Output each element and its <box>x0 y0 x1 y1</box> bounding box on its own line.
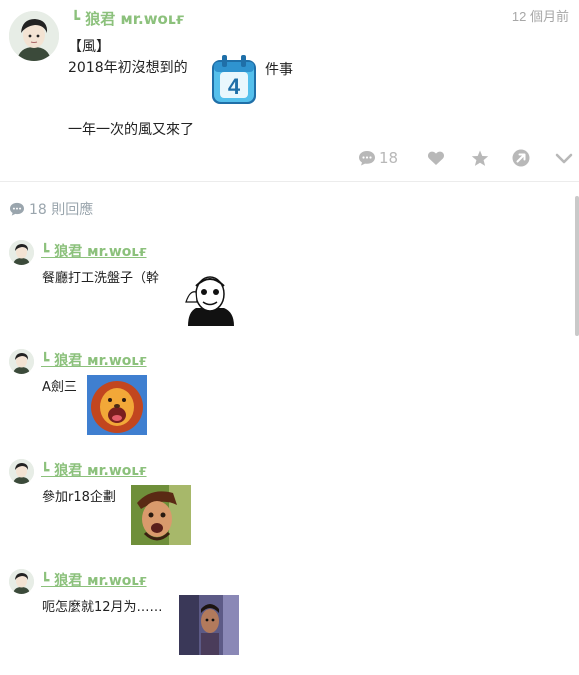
rage-face-sticker <box>180 272 240 326</box>
post-line-2-after: 件事 <box>265 62 293 78</box>
star-icon <box>471 150 489 166</box>
chevron-down-icon <box>555 153 573 164</box>
post-line-2: 2018年初沒想到的 <box>68 60 188 76</box>
comment-icon <box>10 202 24 216</box>
lion-sticker <box>87 375 147 435</box>
reply-text: A劍三 <box>42 380 77 395</box>
scrollbar[interactable] <box>575 196 579 336</box>
reply-item: ┗ 狼君 ᴍr.woʟғ A劍三 <box>0 349 560 449</box>
reply-item: ┗ 狼君 ᴍr.woʟғ 呃怎麼就12月为…… <box>0 569 560 669</box>
replies-count-label: 18 則回應 <box>29 202 94 218</box>
calendar-emoji-icon: 4 <box>210 54 258 106</box>
reply-avatar[interactable] <box>9 240 34 265</box>
reply-text: 呃怎麼就12月为…… <box>42 600 163 615</box>
calendar-number: 4 <box>228 74 241 99</box>
post-timestamp: 12 個月前 <box>511 9 569 24</box>
share-button[interactable] <box>512 147 530 169</box>
comment-icon <box>359 151 375 166</box>
post-line-3: 一年一次的風又來了 <box>68 122 194 138</box>
share-icon <box>512 149 530 167</box>
more-button[interactable] <box>555 147 573 169</box>
post-author-name[interactable]: ┗ 狼君 ᴍr.woʟғ <box>71 8 184 29</box>
reply-author-name[interactable]: ┗ 狼君 ᴍr.woʟғ <box>41 570 147 590</box>
reply-avatar[interactable] <box>9 349 34 374</box>
post: ┗ 狼君 ᴍr.woʟғ 12 個月前 【風】 2018年初沒想到的 4 件事 … <box>0 0 579 182</box>
reply-item: ┗ 狼君 ᴍr.woʟғ 參加r18企劃 <box>0 459 560 559</box>
reply-avatar[interactable] <box>9 569 34 594</box>
reply-text: 參加r18企劃 <box>42 490 116 505</box>
reply-author-name[interactable]: ┗ 狼君 ᴍr.woʟғ <box>41 241 147 261</box>
comment-count: 18 <box>379 149 399 167</box>
heart-icon <box>427 151 445 165</box>
post-line-1: 【風】 <box>68 39 110 55</box>
peeking-man-sticker <box>179 595 239 655</box>
post-body: 【風】 2018年初沒想到的 <box>68 37 188 79</box>
replies-count[interactable]: 18 則回應 <box>9 199 93 219</box>
like-button[interactable] <box>427 147 445 169</box>
pirate-sticker <box>131 485 191 545</box>
reply-text: 餐廳打工洗盤子（幹 <box>42 271 160 286</box>
post-divider <box>0 181 579 182</box>
reply-item: ┗ 狼君 ᴍr.woʟғ 餐廳打工洗盤子（幹 <box>0 240 560 340</box>
comment-button[interactable]: 18 <box>358 147 398 169</box>
reply-avatar[interactable] <box>9 459 34 484</box>
reply-author-name[interactable]: ┗ 狼君 ᴍr.woʟғ <box>41 350 147 370</box>
favorite-button[interactable] <box>471 147 489 169</box>
author-avatar[interactable] <box>9 11 59 61</box>
reply-author-name[interactable]: ┗ 狼君 ᴍr.woʟғ <box>41 460 147 480</box>
